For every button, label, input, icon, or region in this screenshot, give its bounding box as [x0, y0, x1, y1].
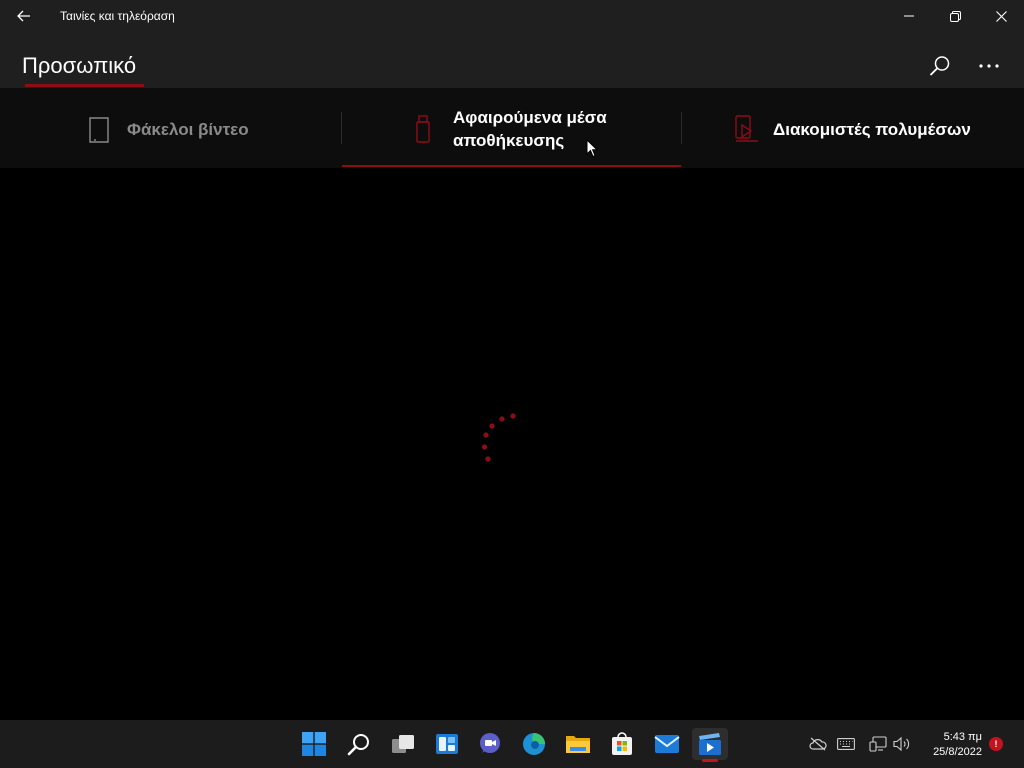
edge-icon [523, 733, 545, 755]
task-view-icon [392, 735, 414, 753]
taskbar-edge[interactable] [516, 728, 552, 760]
active-tab-indicator [342, 165, 681, 167]
page-title: Προσωπικό [22, 53, 137, 78]
more-icon [979, 64, 999, 68]
keyboard-icon [837, 738, 855, 750]
minimize-icon [904, 15, 914, 17]
restore-button[interactable] [932, 0, 978, 32]
notification-badge[interactable]: ! [989, 737, 1003, 751]
taskbar-chat[interactable] [472, 728, 508, 760]
active-app-indicator [702, 759, 718, 762]
taskbar-store[interactable] [604, 728, 640, 760]
tray-volume[interactable] [891, 734, 913, 754]
clock-date: 25/8/2022 [933, 746, 982, 758]
widgets-icon [436, 734, 458, 754]
tray-keyboard[interactable] [835, 734, 857, 754]
page-header: Προσωπικό [0, 32, 1024, 88]
file-explorer-icon [566, 736, 590, 753]
minimize-button[interactable] [886, 0, 932, 32]
tab-media-servers[interactable]: Διακομιστές πολυμέσων [682, 88, 1024, 168]
search-icon [347, 734, 369, 756]
onedrive-offline-icon [809, 737, 827, 751]
title-bar: Ταινίες και τηλεόραση [0, 0, 1024, 32]
volume-icon [893, 736, 910, 752]
app-title: Ταινίες και τηλεόραση [60, 9, 175, 23]
media-server-icon [735, 115, 758, 142]
taskbar-start[interactable] [296, 728, 332, 760]
taskbar-task-view[interactable] [385, 728, 421, 760]
back-button[interactable] [8, 0, 40, 32]
taskbar-movies-tv[interactable] [692, 728, 728, 760]
taskbar-widgets[interactable] [429, 728, 465, 760]
tab-bar: Φάκελοι βίντεο Αφαιρούμενα μέσα αποθήκευ… [0, 88, 1024, 168]
tab-removable-storage[interactable]: Αφαιρούμενα μέσα αποθήκευσης [342, 88, 681, 168]
more-options-button[interactable] [970, 48, 1008, 84]
clock-time: 5:43 πμ [943, 731, 982, 743]
search-button[interactable] [922, 48, 958, 84]
video-folder-icon [89, 117, 109, 143]
tab-label: Αφαιρούμενα μέσα αποθήκευσης [453, 108, 607, 150]
taskbar-search[interactable] [341, 728, 377, 760]
windows-start-icon [302, 732, 326, 756]
store-icon [612, 732, 632, 755]
taskbar-mail[interactable] [649, 728, 685, 760]
usb-drive-icon [416, 115, 430, 143]
close-icon [995, 10, 1007, 22]
close-button[interactable] [978, 0, 1024, 32]
mouse-cursor-icon [586, 139, 598, 158]
page-title-underline [25, 84, 144, 87]
tray-onedrive[interactable] [807, 734, 829, 754]
restore-icon [949, 10, 961, 22]
loading-spinner-icon [481, 413, 516, 462]
mail-icon [654, 735, 680, 753]
arrow-left-icon [17, 10, 30, 22]
tab-label: Φάκελοι βίντεο [127, 120, 249, 139]
taskbar: 5:43 πμ 25/8/2022 ! [0, 720, 1024, 768]
network-icon [869, 736, 887, 752]
tab-video-folders[interactable]: Φάκελοι βίντεο [0, 88, 341, 168]
taskbar-file-explorer[interactable] [560, 728, 596, 760]
chat-icon [480, 733, 500, 753]
tab-label: Διακομιστές πολυμέσων [773, 120, 971, 139]
tray-network[interactable] [867, 734, 889, 754]
search-icon [929, 56, 950, 76]
movies-tv-icon [699, 733, 721, 755]
taskbar-clock[interactable]: 5:43 πμ 25/8/2022 [920, 730, 982, 760]
